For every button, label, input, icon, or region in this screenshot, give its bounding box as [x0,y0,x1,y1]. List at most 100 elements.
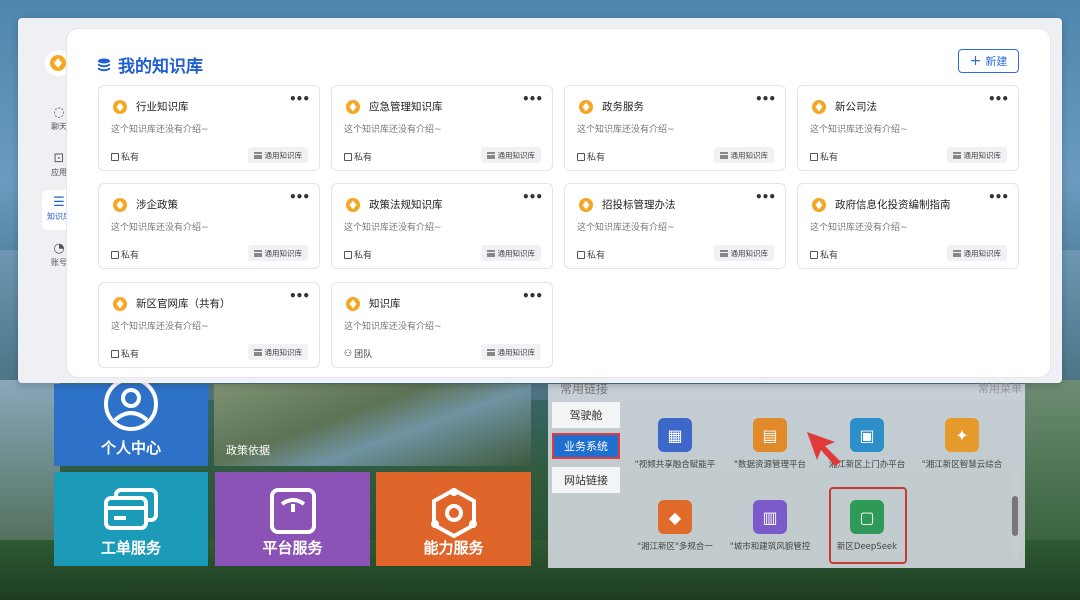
kb-type-label: 通用知识库 [264,248,303,258]
tile-label: 政策依据 [226,445,270,457]
kb-logo-icon [113,297,127,311]
deepseek-highlight-box [829,487,907,564]
lock-icon [577,152,585,161]
server-icon [719,249,728,257]
kb-type-badge: 通用知识库 [480,344,541,360]
card-description: 这个知识库还没有介绍~ [111,322,209,332]
app-label: "数据资源管理平台 [734,460,806,470]
scrollbar-thumb[interactable] [1012,496,1018,536]
app-label: "城市和建筑风貌管控 [729,542,811,552]
visibility-label: 私有 [587,251,606,261]
document-icon: ▤ [753,418,787,452]
kb-logo-icon [346,198,360,212]
kb-logo-icon [113,198,127,212]
visibility-label: 私有 [121,350,140,360]
links-tab-cockpit[interactable]: 驾驶舱 [552,402,620,428]
card-description: 这个知识库还没有介绍~ [344,322,442,332]
server-icon [486,151,495,159]
card-description: 这个知识库还没有介绍~ [577,223,675,233]
visibility-indicator: ⚇ 团队 [344,347,372,361]
knowledge-base-card[interactable]: 知识库 ••• 这个知识库还没有介绍~ ⚇ 团队 通用知识库 [331,282,553,368]
file-search-icon: ▥ [753,500,787,534]
visibility-label: 私有 [354,251,373,261]
tile-personal-center[interactable]: 个人中心 [54,377,208,466]
visibility-label: 私有 [121,153,140,163]
tile-label: 能力服务 [423,540,484,557]
kb-logo-icon [579,198,593,212]
scenery-right [1025,380,1080,550]
app-label: "视频共享融合赋能平 [634,460,716,470]
visibility-indicator: 私有 [111,150,139,163]
visibility-indicator: 私有 [810,150,838,163]
card-title: 新区官网库（共有） [136,298,231,310]
plus-icon: + [969,53,982,69]
more-options-icon[interactable]: ••• [988,190,1009,204]
card-icon [104,488,158,530]
lock-icon [111,349,119,358]
tile-label: 平台服务 [262,540,323,557]
more-options-icon[interactable]: ••• [755,92,776,106]
app-video-sharing[interactable]: ▦ "视频共享融合赋能平 [630,418,720,470]
kb-type-badge: 通用知识库 [713,245,774,261]
knowledge-base-card[interactable]: 政府信息化投资编制指南 ••• 这个知识库还没有介绍~ 私有 通用知识库 [797,183,1019,269]
visibility-indicator: 私有 [111,347,139,360]
kb-type-badge: 通用知识库 [247,147,308,163]
card-description: 这个知识库还没有介绍~ [111,125,209,135]
kb-type-label: 通用知识库 [730,248,769,258]
app-label: "湘江新区"多规合一 [637,542,713,552]
tile-ability[interactable]: 能力服务 [376,472,531,566]
more-options-icon[interactable]: ••• [755,190,776,204]
lock-icon [577,250,585,259]
knowledge-base-card[interactable]: 政策法规知识库 ••• 这个知识库还没有介绍~ 私有 通用知识库 [331,183,553,269]
card-title: 应急管理知识库 [369,101,443,113]
more-options-icon[interactable]: ••• [522,92,543,106]
knowledge-base-card[interactable]: 政务服务 ••• 这个知识库还没有介绍~ 私有 通用知识库 [564,85,786,171]
more-options-icon[interactable]: ••• [289,190,310,204]
visibility-label: 私有 [587,153,606,163]
visibility-indicator: 私有 [111,248,139,261]
app-smart-cloud[interactable]: ✦ "湘江新区智慧云综合 [917,418,1007,470]
card-title: 知识库 [369,298,401,310]
lock-icon [111,250,119,259]
knowledge-base-card[interactable]: 行业知识库 ••• 这个知识库还没有介绍~ 私有 通用知识库 [98,85,320,171]
page-title: 我的知识库 [96,52,203,77]
knowledge-base-card[interactable]: 新区官网库（共有） ••• 这个知识库还没有介绍~ 私有 通用知识库 [98,282,320,368]
card-description: 这个知识库还没有介绍~ [810,223,908,233]
lock-icon [810,152,818,161]
new-knowledge-base-button[interactable]: + 新建 [958,49,1019,73]
card-title: 政府信息化投资编制指南 [835,199,951,211]
links-scrollbar[interactable] [1012,400,1018,560]
app-city-style[interactable]: ▥ "城市和建筑风貌管控 [725,500,815,552]
tile-policy-basis[interactable]: 政策依据 [214,384,531,466]
kb-logo-icon [113,100,127,114]
tile-platform[interactable]: 平台服务 [215,472,370,566]
card-description: 这个知识库还没有介绍~ [111,223,209,233]
kb-logo-icon [346,100,360,114]
more-options-icon[interactable]: ••• [289,289,310,303]
new-button-label: 新建 [985,55,1008,68]
visibility-label: 私有 [354,153,373,163]
more-options-icon[interactable]: ••• [522,190,543,204]
server-icon [952,249,961,257]
knowledge-base-card[interactable]: 应急管理知识库 ••• 这个知识库还没有介绍~ 私有 通用知识库 [331,85,553,171]
more-options-icon[interactable]: ••• [988,92,1009,106]
team-icon: ⚇ [344,348,353,359]
kb-type-label: 通用知识库 [730,150,769,160]
kb-type-badge: 通用知识库 [713,147,774,163]
knowledge-base-card[interactable]: 新公司法 ••• 这个知识库还没有介绍~ 私有 通用知识库 [797,85,1019,171]
kb-type-badge: 通用知识库 [247,245,308,261]
app-multi-plan[interactable]: ◆ "湘江新区"多规合一 [630,500,720,552]
card-title: 招投标管理办法 [602,199,676,211]
knowledge-base-card[interactable]: 招投标管理办法 ••• 这个知识库还没有介绍~ 私有 通用知识库 [564,183,786,269]
calendar-icon: ▣ [850,418,884,452]
kb-type-badge: 通用知识库 [247,344,308,360]
links-tab-business[interactable]: 业务系统 [552,433,620,459]
more-options-icon[interactable]: ••• [289,92,310,106]
more-options-icon[interactable]: ••• [522,289,543,303]
tile-work-order[interactable]: 工单服务 [54,472,208,566]
app-data-resource[interactable]: ▤ "数据资源管理平台 [725,418,815,470]
links-tab-websites[interactable]: 网站链接 [552,467,620,493]
network-hex-icon [430,487,477,539]
map-pin-icon: ◆ [658,500,692,534]
knowledge-base-card[interactable]: 涉企政策 ••• 这个知识库还没有介绍~ 私有 通用知识库 [98,183,320,269]
